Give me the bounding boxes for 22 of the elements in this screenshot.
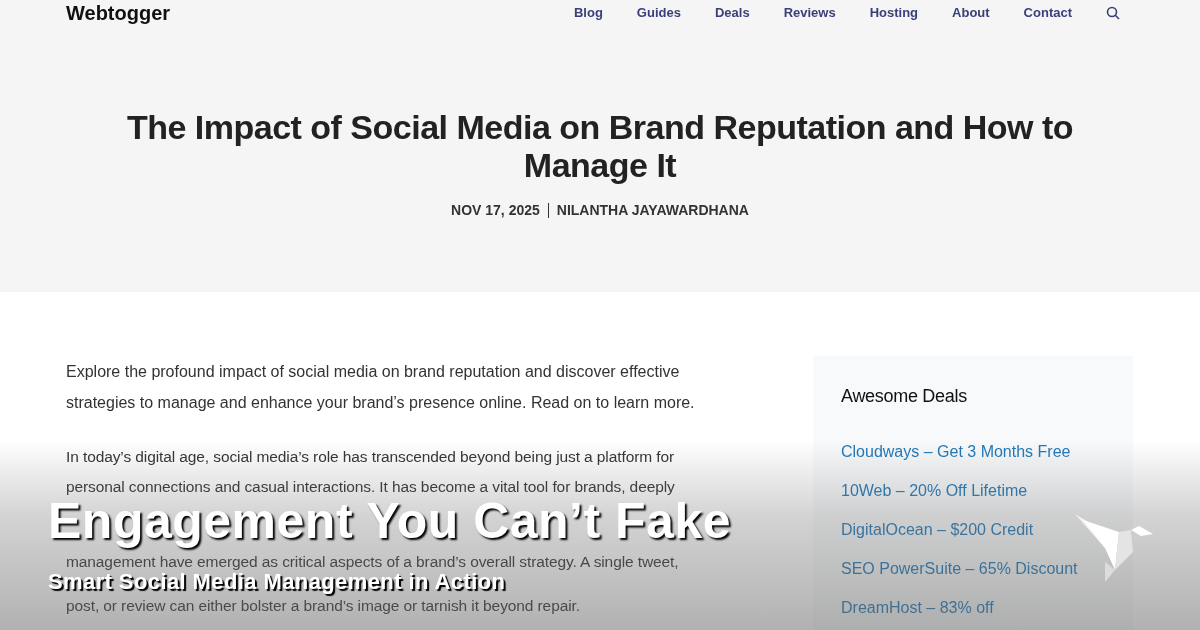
paragraph-line: In today’s digital age, social media’s role has transcended beyond being just a platform for (66, 449, 676, 465)
nav-link[interactable]: Hosting (869, 5, 919, 21)
nav-link[interactable]: Contact (1023, 5, 1072, 21)
nav-link[interactable]: Blog (573, 5, 603, 21)
widget-title: Awesome Deals (841, 386, 968, 407)
post-date: NOV 17, 2025 (451, 202, 540, 218)
paragraph-line: post, or review can either bolster a brand’s image or tarnish it beyond repair. (66, 598, 581, 614)
nav-link[interactable]: Deals (714, 5, 750, 21)
banner-subtitle: Smart Social Media Management in Action (48, 571, 507, 596)
paragraph: Explore the profound impact of social media on brand reputation and discover effective strategies to manage and enhance your brand’s presence online. Read on to learn more. (66, 362, 696, 413)
search-icon[interactable] (1106, 6, 1120, 20)
nav-link[interactable]: Reviews (783, 5, 836, 21)
site-logo[interactable]: Webtogger (66, 2, 171, 24)
nav-link[interactable]: About (952, 5, 990, 21)
deal-link[interactable]: 10Web – 20% Off Lifetime (841, 480, 1028, 502)
paragraph-line: management have emerged as critical aspects of a brand’s overall strategy. A single tweet, (66, 554, 680, 570)
post-title: The Impact of Social Media on Brand Reputation and How to Manage It (125, 108, 1075, 184)
post-author[interactable]: NILANTHA JAYAWARDHANA (556, 202, 749, 218)
paragraph-line: personal connections and casual interactions. It has become a vital tool for brands, deeply (66, 479, 676, 495)
nav-link[interactable]: Guides (636, 5, 681, 21)
deal-link[interactable]: Cloudways – Get 3 Months Free (841, 441, 1071, 463)
banner-headline: Engagement You Can’t Fake (48, 496, 732, 551)
